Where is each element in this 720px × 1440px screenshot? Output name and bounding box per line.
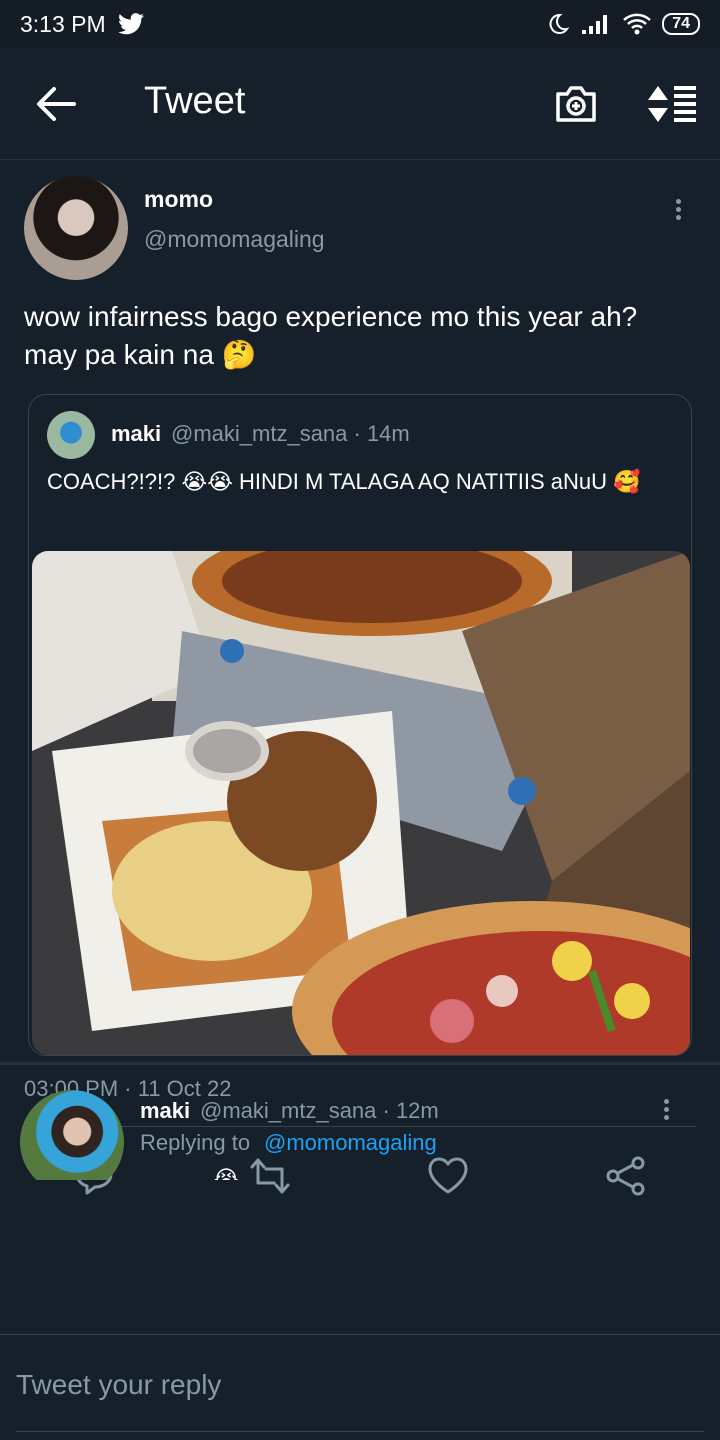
section-divider [0, 1062, 720, 1065]
more-vertical-icon[interactable] [668, 196, 688, 226]
composer-underline [16, 1431, 704, 1432]
tweet-text: wow infairness bago experience mo this y… [24, 301, 638, 370]
battery-indicator: 74 [662, 13, 700, 35]
reply-input[interactable] [16, 1363, 616, 1407]
author-handle[interactable]: @momomagaling [144, 226, 325, 253]
reply-composer [0, 1334, 720, 1440]
reply-author-name: maki [140, 1098, 191, 1123]
quoted-tweet[interactable]: maki @maki_mtz_sana · 14m COACH?!?!? 😭😭 … [28, 394, 692, 1056]
page-title: Tweet [144, 80, 246, 122]
arrow-left-icon[interactable] [34, 86, 78, 122]
author-name[interactable]: momo [144, 186, 213, 213]
reply-meta: @maki_mtz_sana · 12m [200, 1098, 439, 1123]
signal-icon [582, 15, 608, 34]
avatar[interactable] [24, 176, 128, 280]
quote-author-name: maki [111, 421, 162, 446]
camera-icon[interactable] [554, 84, 598, 124]
reply-text: ... ... ... 😭 [140, 1166, 240, 1180]
twitter-bird-icon [117, 13, 144, 35]
moon-icon [549, 13, 570, 34]
status-indicators: 74 [546, 12, 700, 36]
reply-tweet[interactable]: maki @maki_mtz_sana · 12m Replying to @m… [0, 1078, 720, 1180]
reply-avatar[interactable] [20, 1090, 124, 1180]
more-vertical-icon[interactable] [656, 1096, 676, 1126]
sort-icon[interactable] [646, 82, 698, 126]
status-time: 3:13 PM [20, 10, 106, 37]
quote-meta: @maki_mtz_sana · 14m [171, 421, 410, 446]
quote-avatar[interactable] [47, 411, 95, 459]
status-bar: 3:13 PM 74 [0, 0, 720, 48]
app-bar: Tweet [0, 48, 720, 160]
replying-to-handle[interactable]: @momomagaling [264, 1130, 437, 1156]
replying-to-label: Replying to [140, 1130, 251, 1155]
food-photo[interactable] [32, 551, 690, 1055]
wifi-icon [623, 13, 652, 35]
quote-text: COACH?!?!? 😭😭 HINDI M TALAGA AQ NATITIIS… [47, 469, 641, 494]
